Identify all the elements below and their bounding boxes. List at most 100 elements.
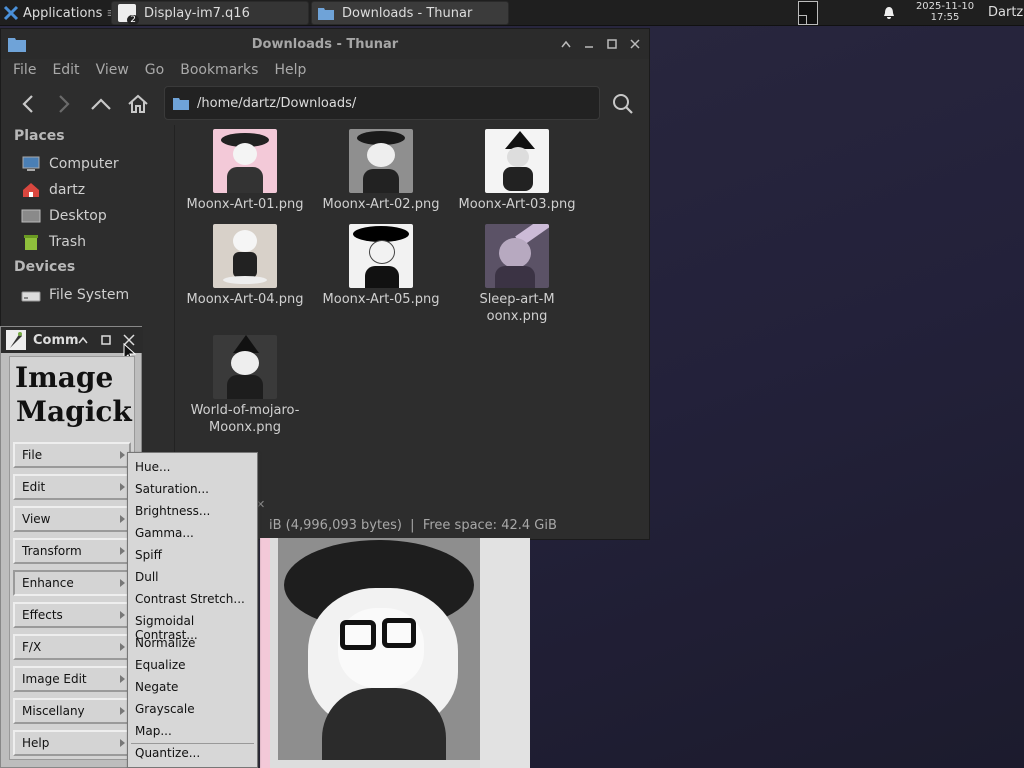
menu-edit[interactable]: Edit [52,62,79,78]
body-shape [365,266,399,288]
chevron-up-icon[interactable] [78,336,88,344]
button-label: Transform [22,544,82,558]
minimize-button[interactable] [578,29,600,59]
menu-item-grayscale[interactable]: Grayscale [135,702,195,716]
face-shape [499,238,531,268]
file-item[interactable]: Moonx-Art-04.png [177,224,313,308]
thunar-window-icon [8,38,26,52]
file-item[interactable]: Moonx-Art-03.png [449,129,585,213]
search-button[interactable] [610,91,636,117]
panel-tray: 2025-11-10 17:55 Dartz [730,0,1024,26]
menu-item-dull[interactable]: Dull [135,570,159,584]
user-menu[interactable]: Dartz [988,5,1023,20]
command-edit-button[interactable]: Edit [13,474,131,500]
taskbar-item-thunar[interactable]: Downloads - Thunar [311,1,509,25]
menu-bookmarks[interactable]: Bookmarks [180,62,258,78]
file-name: Moonx-Art-03.png [458,197,576,212]
command-image-edit-button[interactable]: Image Edit [13,666,131,692]
thunar-toolbar: /home/dartz/Downloads/ [1,83,649,125]
body-shape [495,266,535,288]
image-thumbnail [213,224,277,288]
command-view-button[interactable]: View [13,506,131,532]
command-help-button[interactable]: Help [13,730,131,756]
arrow-right-icon [59,95,70,113]
clock-date: 2025-11-10 [915,1,975,12]
menu-item-gamma[interactable]: Gamma... [135,526,194,540]
applications-menu[interactable]: Applications ≡ [0,0,117,26]
body-shape [233,252,257,278]
folder-icon [318,8,334,20]
file-item[interactable]: Moonx-Art-01.png [177,129,313,213]
sidebar-item-label: dartz [49,182,86,198]
image-thumbnail [485,129,549,193]
arrow-up-icon [91,98,111,110]
sidebar-item-label: File System [49,287,130,303]
maximize-button[interactable] [601,29,623,59]
menu-item-negate[interactable]: Negate [135,680,178,694]
maximize-icon[interactable] [101,335,111,345]
menu-go[interactable]: Go [145,62,164,78]
button-label: F/X [22,640,42,654]
file-name: Moonx-Art-04.png [186,292,304,307]
menu-item-equalize[interactable]: Equalize [135,658,186,672]
back-button[interactable] [15,91,41,117]
shade-button[interactable] [555,29,577,59]
window-title: Downloads - Thunar [251,36,399,52]
command-enhance-button[interactable]: Enhance [13,570,131,596]
thunar-titlebar[interactable]: Downloads - Thunar [1,29,649,59]
home-button[interactable] [125,91,151,117]
floor-shape [223,276,267,284]
submenu-arrow-icon [120,483,125,491]
close-button[interactable] [624,29,646,59]
file-item[interactable]: Moonx-Art-05.png [313,224,449,308]
arrow-left-icon [22,95,33,113]
devices-header: Devices [14,259,76,275]
file-item[interactable]: Moonx-Art-02.png [313,129,449,213]
sidebar-item-trash[interactable]: Trash [21,230,86,254]
menu-item-brightness[interactable]: Brightness... [135,504,210,518]
menu-item-hue[interactable]: Hue... [135,460,170,474]
menu-view[interactable]: View [96,62,129,78]
file-item[interactable]: World-of-mojaro-Moonx.png [177,335,313,436]
folder-icon [173,98,189,110]
command-file-button[interactable]: File [13,442,131,468]
command-widget-titlebar[interactable]: Comm [1,327,143,363]
menu-file[interactable]: File [13,62,36,78]
button-label: Effects [22,608,63,622]
sidebar-item-label: Trash [49,234,86,250]
submenu-arrow-icon [120,739,125,747]
command-effects-button[interactable]: Effects [13,602,131,628]
workspace-switcher[interactable] [798,1,818,25]
sidebar-item-desktop[interactable]: Desktop [21,204,107,228]
command-fx-button[interactable]: F/X [13,634,131,660]
notification-bell-icon[interactable] [882,6,896,20]
logo-line-2: Magick [16,395,132,428]
sidebar-item-dartz[interactable]: dartz [21,178,85,202]
up-button[interactable] [88,91,114,117]
maximize-icon [607,39,617,49]
file-item[interactable]: Sleep-art-Moonx.png [449,224,585,325]
menu-item-map[interactable]: Map... [135,724,172,738]
clock[interactable]: 2025-11-10 17:55 [910,1,980,23]
sidebar-item-computer[interactable]: Computer [21,152,119,176]
top-panel: Applications ≡ 2 Display-im7.q16 Downloa… [0,0,1024,26]
button-label: Image Edit [22,672,87,686]
menu-help[interactable]: Help [274,62,306,78]
sidebar-item-file-system[interactable]: File System [21,283,129,307]
command-miscellany-button[interactable]: Miscellany [13,698,131,724]
thunar-menubar: File Edit View Go Bookmarks Help [1,59,649,81]
applications-label: Applications [23,5,103,21]
taskbar-item-display[interactable]: 2 Display-im7.q16 [111,1,309,25]
home-icon [128,94,148,113]
face-shape [369,240,395,264]
location-bar[interactable]: /home/dartz/Downloads/ [164,86,600,120]
menu-item-normalize[interactable]: Normalize [135,636,195,650]
menu-item-spiff[interactable]: Spiff [135,548,162,562]
menu-item-contrast-stretch[interactable]: Contrast Stretch... [135,592,245,606]
forward-button[interactable] [51,91,77,117]
menu-item-quantize[interactable]: Quantize... [135,746,200,760]
command-transform-button[interactable]: Transform [13,538,131,564]
menu-item-saturation[interactable]: Saturation... [135,482,209,496]
command-widget-title: Comm [33,332,79,348]
clock-time: 17:55 [930,12,960,23]
